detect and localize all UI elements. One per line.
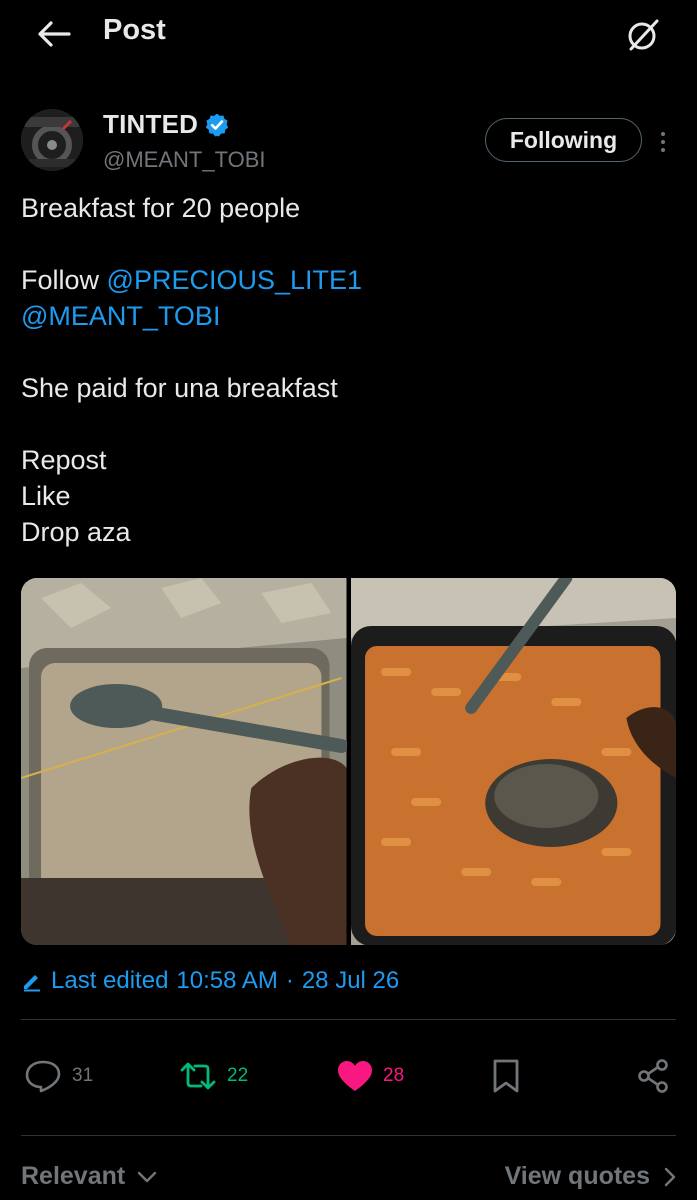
like-count: 28 (383, 1065, 405, 1086)
arrow-left-icon (38, 21, 71, 47)
post-line: Follow @PRECIOUS_LITE1 (21, 262, 671, 298)
mention-link[interactable]: @PRECIOUS_LITE1 (107, 265, 363, 295)
repost-icon (180, 1062, 216, 1090)
avatar[interactable] (21, 109, 83, 171)
edited-time: 10:58 AM (176, 967, 278, 994)
post-line: Like (21, 481, 71, 511)
reply-count: 31 (72, 1065, 94, 1086)
edited-date: 28 Jul 26 (301, 967, 400, 994)
media-image-jollof-rice[interactable] (350, 578, 676, 945)
post-line: @MEANT_TOBI (21, 298, 671, 334)
chevron-right-icon (664, 1167, 676, 1186)
post-text: Breakfast for 20 people Follow @PRECIOUS… (21, 190, 671, 550)
sort-label: Relevant (21, 1162, 126, 1190)
post-line: Breakfast for 20 people (21, 193, 301, 223)
verified-badge-icon (205, 113, 229, 136)
post-line: Drop aza (21, 517, 131, 547)
edited-separator: · (285, 967, 294, 994)
follow-word: Follow (21, 265, 100, 295)
heart-filled-icon (338, 1061, 372, 1091)
reply-button[interactable]: 31 (24, 1048, 93, 1104)
edited-label: Last edited (51, 967, 169, 994)
share-icon (638, 1059, 668, 1093)
view-quotes-link[interactable]: View quotes (505, 1162, 676, 1191)
like-button[interactable]: 28 (337, 1048, 404, 1104)
author-handle[interactable]: @MEANT_TOBI (103, 147, 266, 173)
page-title: Post (103, 14, 166, 46)
share-button[interactable] (636, 1048, 670, 1104)
avatar-image (21, 109, 83, 171)
post-line: Repost (21, 445, 107, 475)
chevron-down-icon (138, 1171, 157, 1182)
pencil-icon (24, 975, 40, 992)
display-name-row[interactable]: TINTED (103, 109, 230, 140)
grok-icon (628, 19, 659, 51)
repost-button[interactable]: 22 (179, 1048, 248, 1104)
reply-icon (25, 1060, 61, 1093)
more-dot-icon (661, 148, 665, 152)
post-line: She paid for una breakfast (21, 373, 338, 403)
more-dot-icon (661, 132, 665, 136)
more-options-button[interactable] (649, 125, 677, 159)
sort-replies-dropdown[interactable]: Relevant (21, 1162, 157, 1191)
author-block: TINTED @MEANT_TOBI Following (21, 107, 677, 177)
post-media (21, 578, 676, 945)
following-button[interactable]: Following (485, 118, 642, 162)
view-quotes-label: View quotes (504, 1162, 650, 1190)
bookmark-button[interactable] (491, 1048, 521, 1104)
action-bar: 31 22 28 (21, 1048, 676, 1104)
grok-button[interactable] (620, 12, 666, 58)
mention-link[interactable]: @MEANT_TOBI (21, 301, 220, 331)
divider (21, 1135, 676, 1136)
more-dot-icon (661, 140, 665, 144)
media-image-closed-pack[interactable] (21, 578, 347, 945)
replies-header: Relevant View quotes (21, 1158, 676, 1200)
edit-history-link[interactable]: Last edited 10:58 AM · 28 Jul 26 (21, 967, 399, 995)
display-name[interactable]: TINTED (103, 109, 198, 140)
bookmark-icon (493, 1059, 519, 1093)
repost-count: 22 (227, 1065, 249, 1086)
divider (21, 1019, 676, 1020)
top-bar: Post (0, 0, 697, 66)
back-button[interactable] (32, 12, 76, 56)
